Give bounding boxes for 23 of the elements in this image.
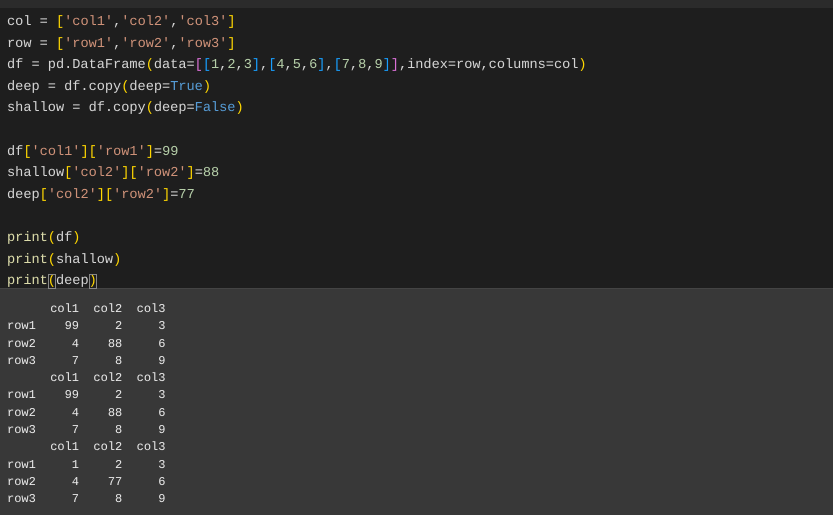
code-line: shallow = df.copy(deep=False) xyxy=(6,100,244,118)
code-editor[interactable] xyxy=(0,0,833,289)
output-line: col1 col2 col3 xyxy=(49,439,166,456)
output-line: row1 99 2 3 xyxy=(7,318,166,336)
output-line: row2 4 77 6 xyxy=(7,474,166,491)
code-line: row = ['row1','row2','row3'] xyxy=(6,36,236,54)
code-line: df = pd.DataFrame(data=[[1,2,3],[4,5,6],[7,8,9]],index=row,columns=col) xyxy=(6,57,587,76)
code-line: col = ['col1','col2','col3'] xyxy=(6,14,236,32)
output-line: row1 99 2 3 xyxy=(7,387,166,404)
code-line: print(shallow) xyxy=(6,252,122,270)
output-line: row2 4 88 6 xyxy=(7,404,166,422)
code-line: df['col1']['row1']=99 xyxy=(6,144,178,162)
code-line: shallow['col2']['row2']=88 xyxy=(6,165,220,184)
output-line: col1 col2 col3 xyxy=(49,370,166,388)
code-line: deep['col2']['row2']=77 xyxy=(6,186,195,205)
code-line: print(df) xyxy=(6,230,80,248)
code-line: deep = df.copy(deep=True) xyxy=(6,78,211,97)
output-line: col1 col2 col3 xyxy=(49,301,166,318)
output-line: row3 7 8 9 xyxy=(7,352,166,370)
output-line: row3 7 8 9 xyxy=(7,491,166,508)
output-line: row3 7 8 9 xyxy=(7,422,166,440)
output-line: row1 1 2 3 xyxy=(7,456,166,474)
output-line: row2 4 88 6 xyxy=(7,336,166,353)
